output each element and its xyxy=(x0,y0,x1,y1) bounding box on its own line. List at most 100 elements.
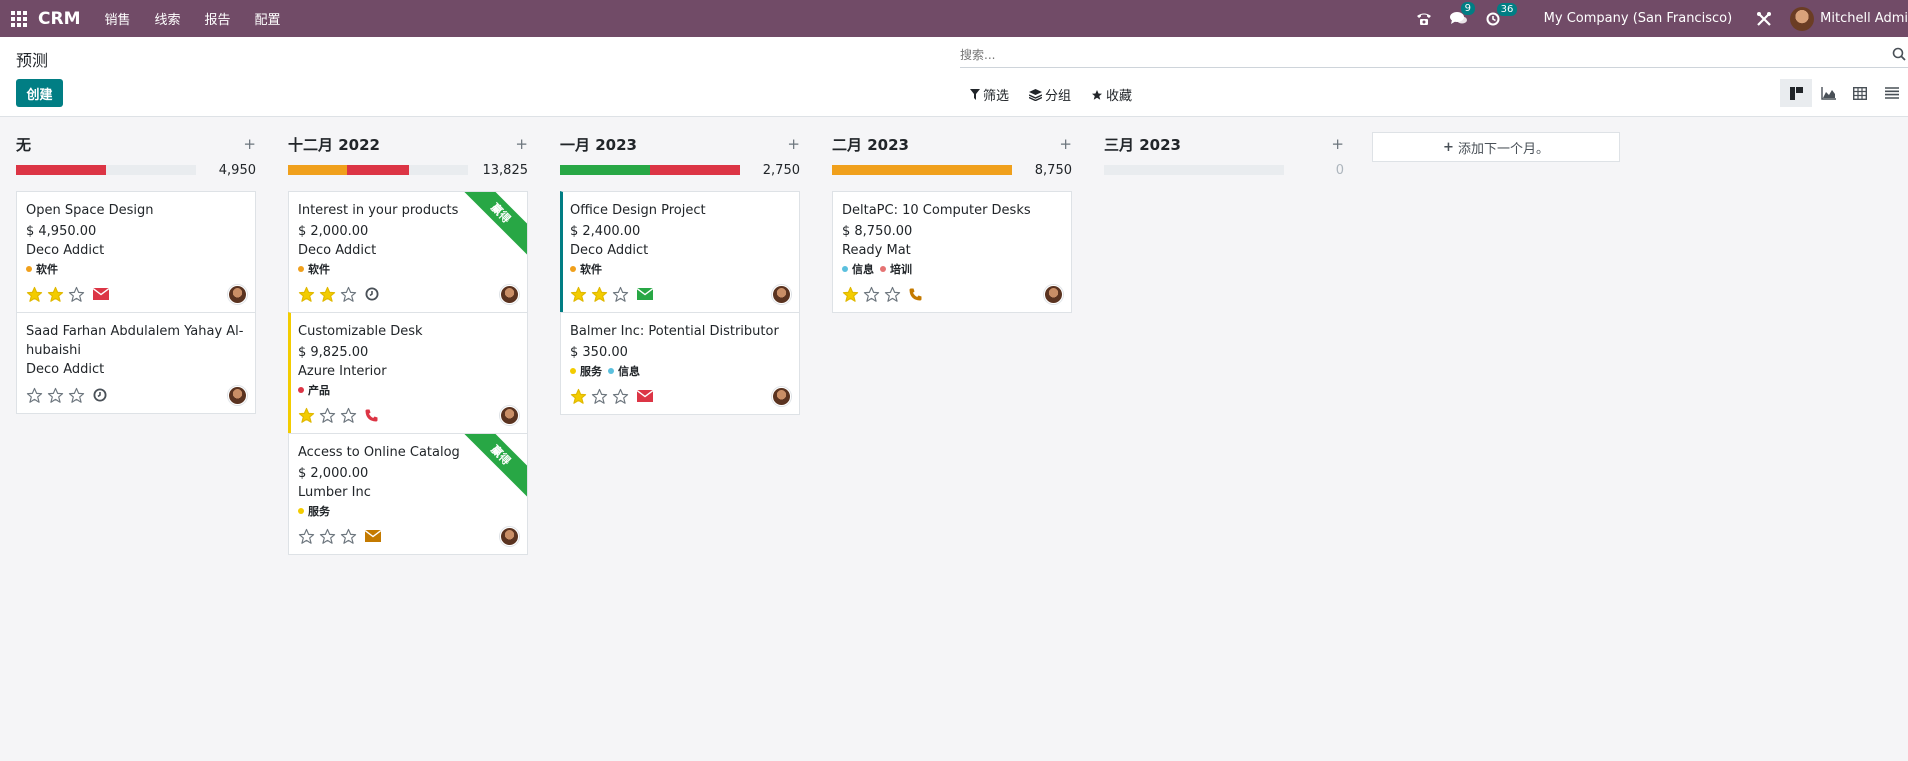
tag-color-dot xyxy=(570,368,576,374)
column-title[interactable]: 三月 2023 xyxy=(1104,134,1181,155)
progress-segment[interactable] xyxy=(288,165,348,175)
phone-icon[interactable] xyxy=(909,288,922,301)
priority-star-icon[interactable] xyxy=(842,286,859,303)
progress-segment[interactable] xyxy=(832,165,1012,175)
progress-segment[interactable] xyxy=(347,165,409,175)
favorites-button[interactable]: 收藏 xyxy=(1091,85,1132,104)
list-view-button[interactable] xyxy=(1876,79,1908,107)
progress-bar[interactable] xyxy=(832,165,1012,175)
opportunity-card[interactable]: Access to Online Catalog $ 2,000.00 Lumber… xyxy=(288,433,528,555)
menu-reporting[interactable]: 报告 xyxy=(205,9,231,28)
column-title[interactable]: 无 xyxy=(16,134,31,155)
priority-star-icon[interactable] xyxy=(612,286,629,303)
layers-icon xyxy=(1029,88,1043,101)
salesperson-avatar[interactable] xyxy=(500,405,519,425)
card-footer xyxy=(298,405,519,425)
priority-star-icon[interactable] xyxy=(863,286,880,303)
search-input[interactable] xyxy=(960,44,1880,66)
user-name[interactable]: Mitchell Admi xyxy=(1820,11,1908,26)
priority-star-icon[interactable] xyxy=(298,528,315,545)
email-icon[interactable] xyxy=(93,288,109,300)
tag-label: 服务 xyxy=(308,505,330,518)
app-brand[interactable]: CRM xyxy=(38,9,80,29)
progress-bar[interactable] xyxy=(560,165,740,175)
messages-icon[interactable]: 9 xyxy=(1449,2,1476,26)
salesperson-avatar[interactable] xyxy=(500,284,519,304)
salesperson-avatar[interactable] xyxy=(500,526,519,546)
priority-star-icon[interactable] xyxy=(591,388,608,405)
email-icon[interactable] xyxy=(365,530,381,542)
salesperson-avatar[interactable] xyxy=(772,386,791,406)
progress-bar[interactable] xyxy=(16,165,196,175)
priority-star-icon[interactable] xyxy=(570,286,587,303)
priority-star-icon[interactable] xyxy=(47,286,64,303)
priority-star-icon[interactable] xyxy=(26,387,43,404)
menu-sales[interactable]: 销售 xyxy=(104,9,130,28)
create-button[interactable]: 创建 xyxy=(16,79,63,107)
tag-label: 软件 xyxy=(36,263,58,276)
quick-create-icon[interactable]: + xyxy=(1059,135,1072,153)
opportunity-card[interactable]: Interest in your products $ 2,000.00 Deco … xyxy=(288,191,528,313)
clock-icon[interactable] xyxy=(365,287,379,301)
company-switcher[interactable]: My Company (San Francisco) xyxy=(1544,11,1732,26)
priority-star-icon[interactable] xyxy=(884,286,901,303)
phone-icon[interactable] xyxy=(365,409,378,422)
column-title[interactable]: 二月 2023 xyxy=(832,134,909,155)
priority-star-icon[interactable] xyxy=(570,388,587,405)
priority-star-icon[interactable] xyxy=(612,388,629,405)
email-icon[interactable] xyxy=(637,288,653,300)
progress-bar[interactable] xyxy=(1104,165,1284,175)
salesperson-avatar[interactable] xyxy=(1044,284,1063,304)
opportunity-card[interactable]: Balmer Inc: Potential Distributor $ 350.0… xyxy=(560,312,800,415)
opportunity-card[interactable]: DeltaPC: 10 Computer Desks $ 8,750.00 Read… xyxy=(832,191,1072,313)
priority-star-icon[interactable] xyxy=(340,286,357,303)
priority-star-icon[interactable] xyxy=(68,286,85,303)
opportunity-card[interactable]: Office Design Project $ 2,400.00 Deco Addi… xyxy=(560,191,800,313)
app-menu-icon[interactable] xyxy=(0,0,38,37)
column-title[interactable]: 十二月 2022 xyxy=(288,134,380,155)
search-icon[interactable] xyxy=(1892,47,1906,65)
salesperson-avatar[interactable] xyxy=(228,385,247,405)
quick-create-icon[interactable]: + xyxy=(515,135,528,153)
progress-bar[interactable] xyxy=(288,165,468,175)
priority-star-icon[interactable] xyxy=(319,528,336,545)
group-by-button[interactable]: 分组 xyxy=(1029,85,1071,104)
tag-color-dot xyxy=(298,266,304,272)
opportunity-card[interactable]: Saad Farhan Abdulalem Yahay Al-hubaishi D… xyxy=(16,312,256,414)
priority-star-icon[interactable] xyxy=(26,286,43,303)
column-progress: 2,750 xyxy=(560,162,800,178)
priority-star-icon[interactable] xyxy=(47,387,64,404)
graph-view-button[interactable] xyxy=(1812,79,1844,107)
debug-tools-icon[interactable] xyxy=(1756,11,1772,27)
activities-icon[interactable]: 36 xyxy=(1486,2,1518,26)
progress-segment[interactable] xyxy=(560,165,650,175)
priority-star-icon[interactable] xyxy=(340,528,357,545)
menu-leads[interactable]: 线索 xyxy=(155,9,181,28)
add-next-month-button[interactable]: + 添加下一个月。 xyxy=(1372,132,1620,162)
quick-create-icon[interactable]: + xyxy=(787,135,800,153)
phone-icon[interactable] xyxy=(1416,12,1432,26)
user-avatar[interactable] xyxy=(1790,6,1815,31)
filter-button[interactable]: 筛选 xyxy=(970,85,1009,104)
pivot-view-button[interactable] xyxy=(1844,79,1876,107)
menu-configuration[interactable]: 配置 xyxy=(255,9,281,28)
salesperson-avatar[interactable] xyxy=(772,284,791,304)
progress-segment[interactable] xyxy=(16,165,106,175)
priority-star-icon[interactable] xyxy=(319,407,336,424)
quick-create-icon[interactable]: + xyxy=(243,135,256,153)
priority-star-icon[interactable] xyxy=(68,387,85,404)
priority-star-icon[interactable] xyxy=(591,286,608,303)
salesperson-avatar[interactable] xyxy=(228,284,247,304)
kanban-view-button[interactable] xyxy=(1780,79,1812,107)
quick-create-icon[interactable]: + xyxy=(1331,135,1344,153)
column-title[interactable]: 一月 2023 xyxy=(560,134,637,155)
priority-star-icon[interactable] xyxy=(319,286,336,303)
priority-star-icon[interactable] xyxy=(340,407,357,424)
priority-star-icon[interactable] xyxy=(298,286,315,303)
clock-icon[interactable] xyxy=(93,388,107,402)
priority-star-icon[interactable] xyxy=(298,407,315,424)
progress-segment[interactable] xyxy=(650,165,740,175)
opportunity-card[interactable]: Customizable Desk $ 9,825.00 Azure Interio… xyxy=(288,312,528,434)
email-icon[interactable] xyxy=(637,390,653,402)
opportunity-card[interactable]: Open Space Design $ 4,950.00 Deco Addict 软件 xyxy=(16,191,256,313)
